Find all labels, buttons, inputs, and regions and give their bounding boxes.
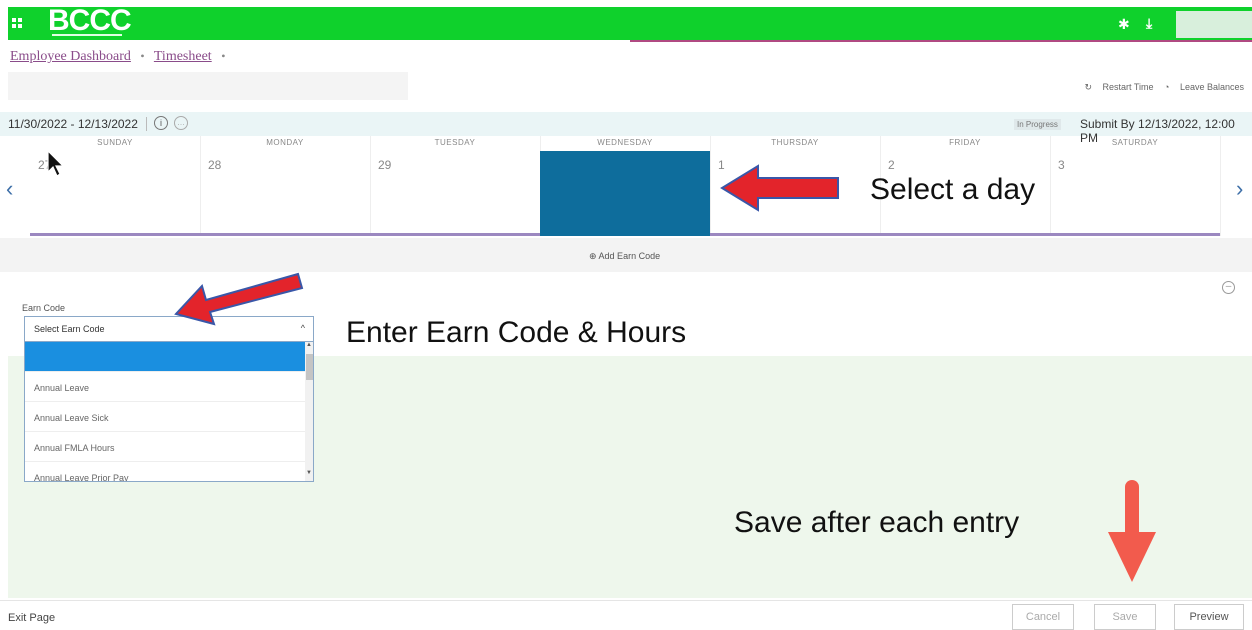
earn-code-label: Earn Code bbox=[22, 303, 66, 313]
previous-week-chevron-icon[interactable]: ‹ bbox=[6, 176, 13, 202]
user-menu[interactable] bbox=[1176, 11, 1252, 38]
day-name: WEDNESDAY bbox=[597, 138, 653, 147]
pay-period-range: 11/30/2022 - 12/13/2022 bbox=[8, 117, 138, 131]
collapse-icon[interactable]: – bbox=[1222, 281, 1235, 294]
breadcrumb-separator: • bbox=[140, 49, 145, 63]
day-name: THURSDAY bbox=[771, 138, 819, 147]
day-underline bbox=[540, 233, 710, 236]
add-earn-code-label: Add Earn Code bbox=[598, 251, 661, 261]
leave-balances-button[interactable]: ◔ Leave Balances bbox=[1164, 82, 1244, 92]
apps-grid-icon[interactable] bbox=[12, 18, 24, 30]
header-divider bbox=[630, 40, 1252, 42]
top-actions: ↻ Restart Time ◔ Leave Balances bbox=[1076, 82, 1244, 93]
day-underline bbox=[1050, 233, 1220, 236]
download-icon[interactable]: ⤓ bbox=[1146, 15, 1152, 32]
breadcrumb: Employee Dashboard • Timesheet • bbox=[10, 49, 231, 65]
page-title-area bbox=[8, 72, 408, 100]
breadcrumb-timesheet[interactable]: Timesheet bbox=[154, 49, 212, 64]
red-arrow-left-icon bbox=[720, 164, 839, 212]
earn-code-option[interactable]: Annual Leave Sick bbox=[25, 402, 305, 432]
annotation-save-after-entry: Save after each entry bbox=[734, 506, 1020, 539]
earn-code-option-highlighted[interactable] bbox=[25, 342, 305, 372]
breadcrumb-employee-dashboard[interactable]: Employee Dashboard bbox=[10, 49, 131, 64]
day-number: 3 bbox=[1058, 158, 1065, 172]
preview-button[interactable]: Preview bbox=[1174, 604, 1244, 630]
status-badge: In Progress bbox=[1014, 119, 1061, 130]
day-underline bbox=[30, 233, 200, 236]
selected-day-cell[interactable] bbox=[540, 151, 710, 233]
leave-balances-label: Leave Balances bbox=[1179, 82, 1244, 92]
restart-time-button[interactable]: ↻ Restart Time bbox=[1084, 82, 1153, 92]
day-monday[interactable]: MONDAY 28 bbox=[200, 136, 371, 236]
day-underline bbox=[880, 233, 1050, 236]
day-wednesday-selected[interactable]: WEDNESDAY bbox=[540, 136, 711, 236]
info-icon[interactable]: i bbox=[154, 116, 168, 130]
scroll-up-icon[interactable]: ▲ bbox=[306, 342, 312, 348]
restart-time-label: Restart Time bbox=[1102, 82, 1154, 92]
divider bbox=[146, 117, 147, 131]
top-bar: BCCC ✱ ⤓ bbox=[8, 4, 1252, 40]
cancel-button[interactable]: Cancel bbox=[1012, 604, 1074, 630]
day-underline bbox=[370, 233, 540, 236]
breadcrumb-separator: • bbox=[221, 49, 226, 63]
earn-code-select-value: Select Earn Code bbox=[34, 324, 105, 334]
annotation-enter-earn-code: Enter Earn Code & Hours bbox=[346, 316, 687, 349]
save-button[interactable]: Save bbox=[1094, 604, 1156, 630]
mouse-cursor-icon bbox=[47, 150, 65, 177]
day-saturday[interactable]: SATURDAY 3 bbox=[1050, 136, 1221, 236]
earn-code-listbox[interactable]: Annual Leave Annual Leave Sick Annual FM… bbox=[24, 342, 314, 482]
day-number: 28 bbox=[208, 158, 222, 172]
day-name: SUNDAY bbox=[97, 138, 133, 147]
day-number: 29 bbox=[378, 158, 392, 172]
day-name: TUESDAY bbox=[434, 138, 476, 147]
day-name: MONDAY bbox=[266, 138, 304, 147]
scroll-down-icon[interactable]: ▼ bbox=[306, 470, 312, 476]
annotation-select-day: Select a day bbox=[870, 173, 1036, 206]
earn-code-option[interactable]: Annual Leave Prior Pay bbox=[25, 462, 305, 481]
day-number: 2 bbox=[888, 158, 895, 172]
next-week-chevron-icon[interactable]: › bbox=[1236, 176, 1243, 202]
earn-code-option[interactable]: Annual FMLA Hours bbox=[25, 432, 305, 462]
logo-tagline bbox=[52, 34, 122, 36]
day-underline bbox=[200, 233, 370, 236]
gear-icon[interactable]: ✱ bbox=[1118, 16, 1130, 33]
period-bar: 11/30/2022 - 12/13/2022 i … In Progress … bbox=[0, 112, 1252, 145]
day-name: FRIDAY bbox=[949, 138, 981, 147]
day-name: SATURDAY bbox=[1111, 138, 1159, 147]
earn-code-option[interactable]: Annual Leave bbox=[25, 372, 305, 402]
red-arrow-diagonal-icon bbox=[174, 272, 304, 326]
week-calendar: SUNDAY 27 MONDAY 28 TUESDAY 29 WEDNESDAY… bbox=[30, 136, 1226, 236]
bccc-logo: BCCC bbox=[48, 4, 132, 37]
day-tuesday[interactable]: TUESDAY 29 bbox=[370, 136, 541, 236]
exit-page-link[interactable]: Exit Page bbox=[8, 612, 55, 624]
comment-icon[interactable]: … bbox=[174, 116, 188, 130]
add-earn-code-button[interactable]: ⊕ Add Earn Code bbox=[589, 251, 660, 262]
red-arrow-down-icon bbox=[1108, 480, 1156, 582]
scrollbar-thumb[interactable] bbox=[306, 354, 313, 380]
day-underline bbox=[710, 233, 880, 236]
